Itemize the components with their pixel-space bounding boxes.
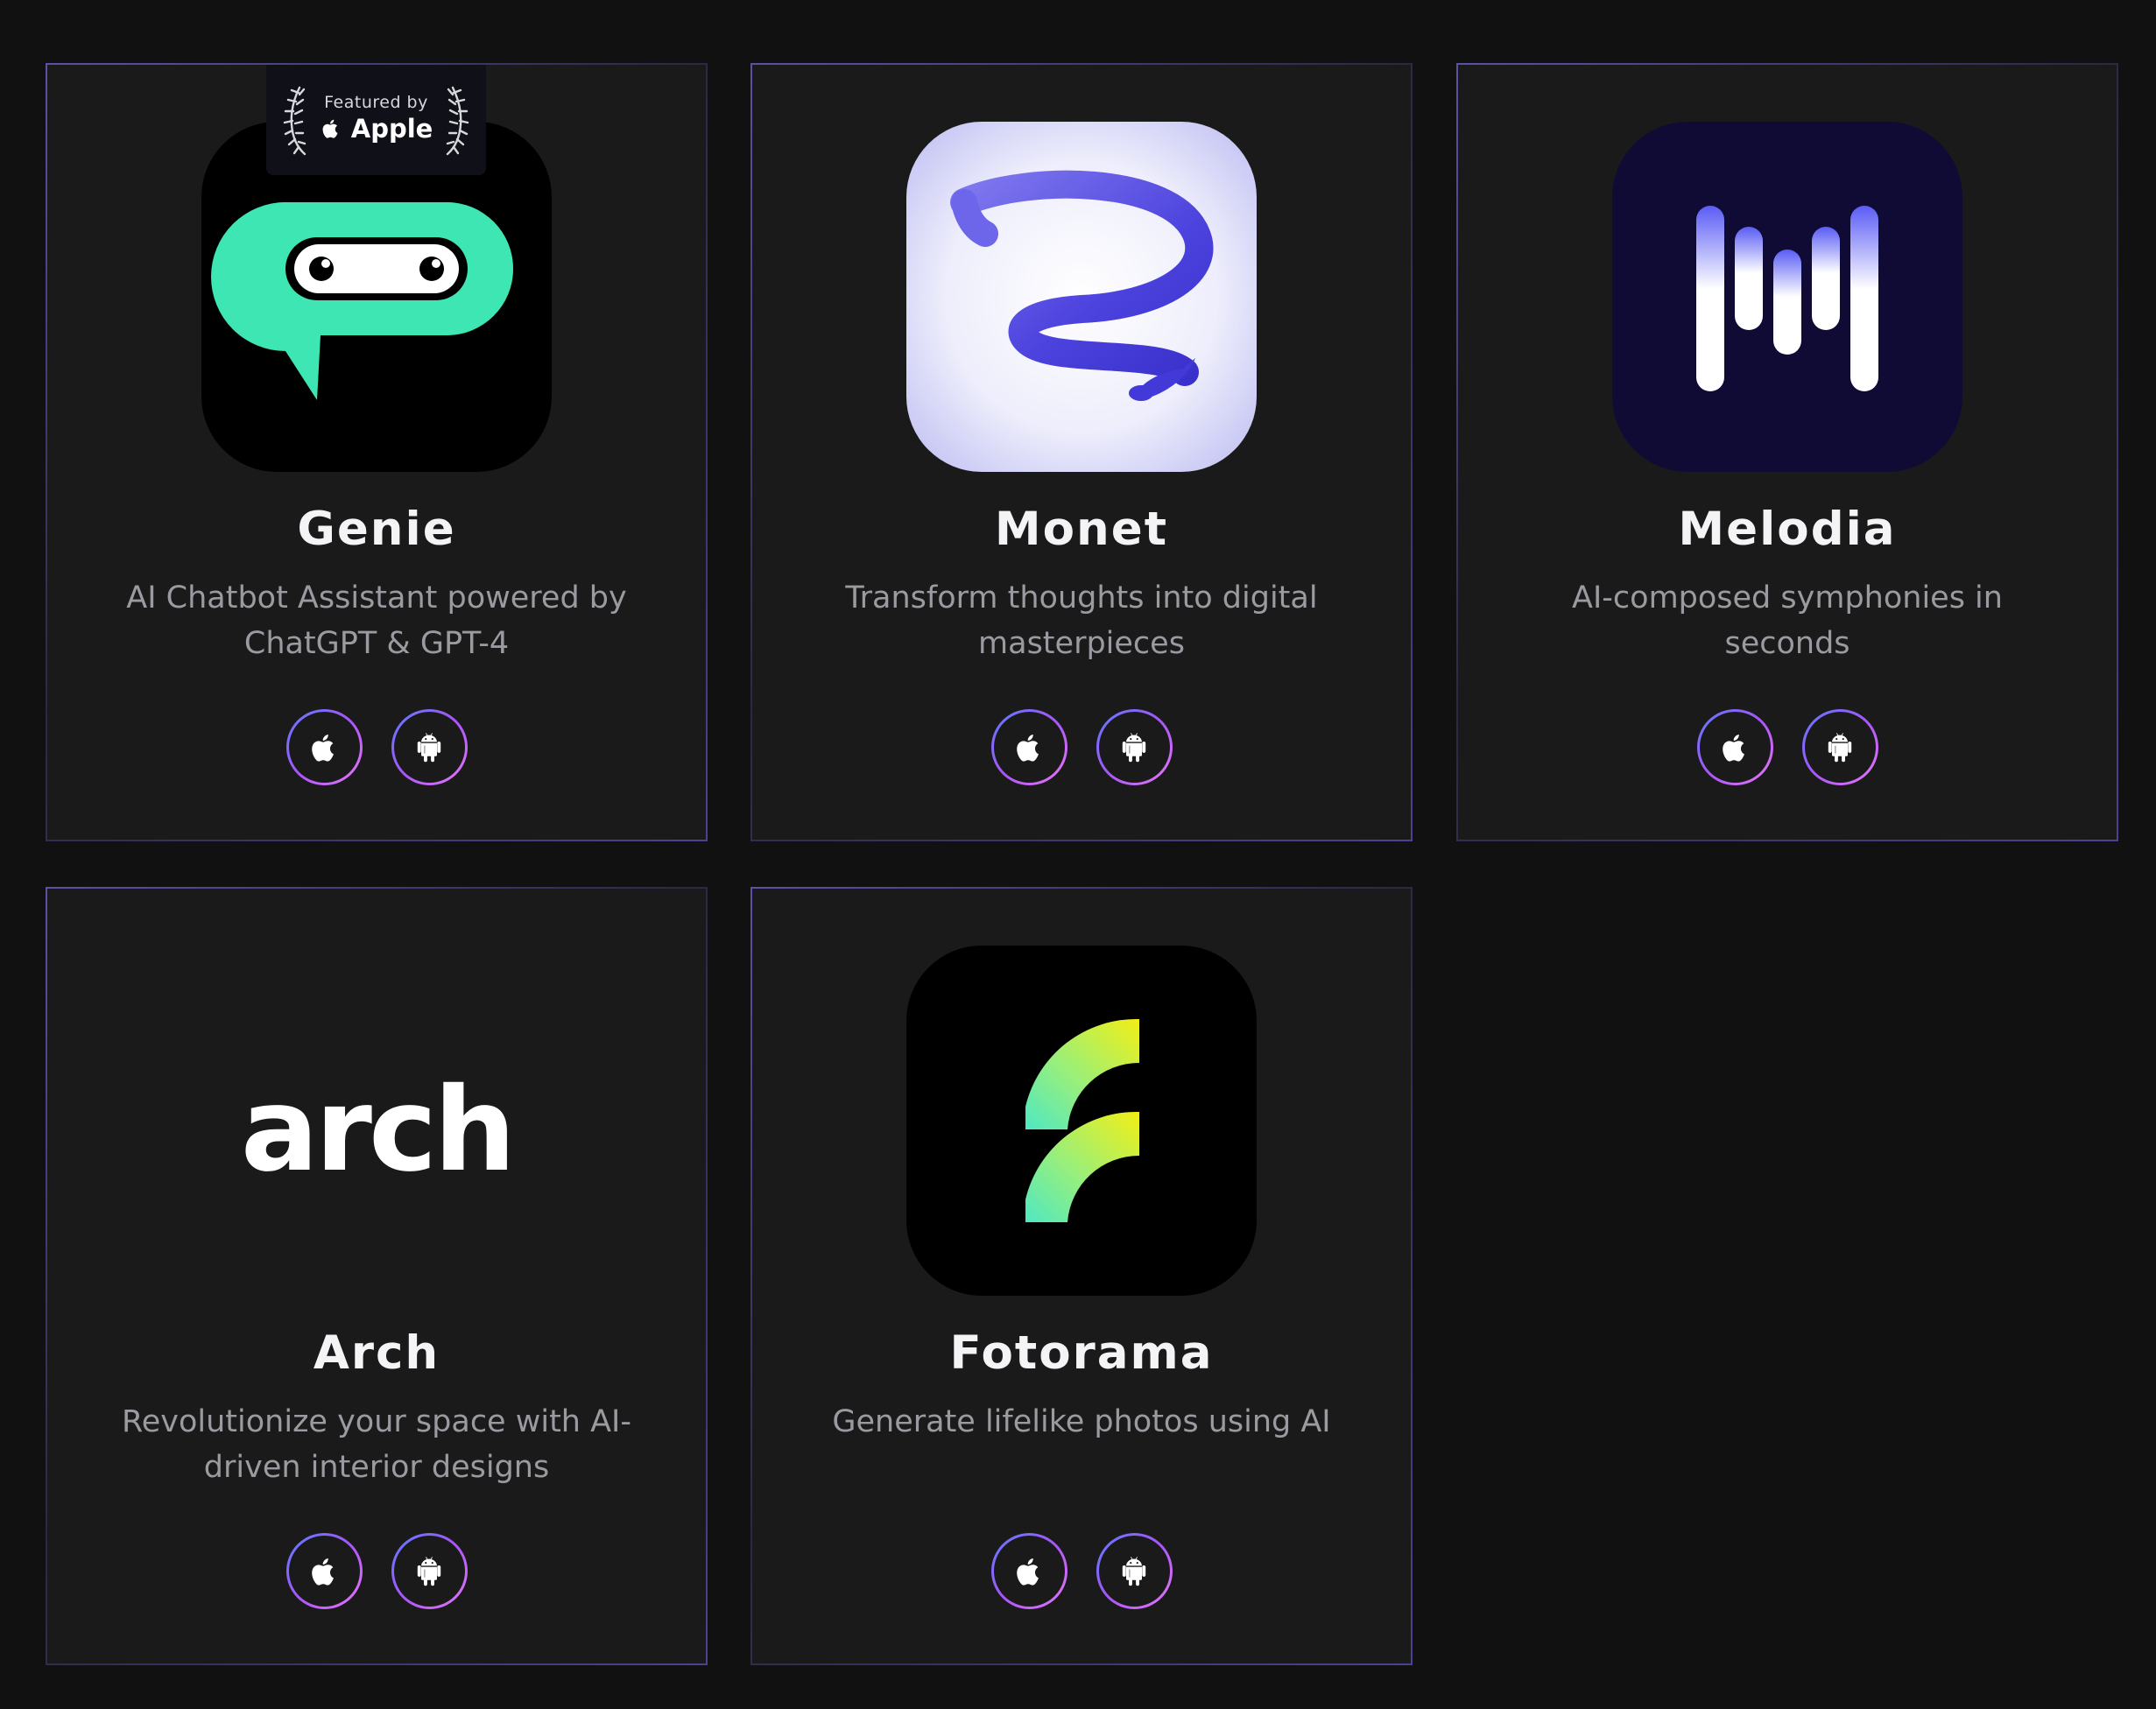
apple-icon [307,731,341,764]
fotorama-app-icon [906,946,1257,1296]
app-card-fotorama: Fotorama Generate lifelike photos using … [750,887,1413,1665]
app-store-button[interactable] [990,709,1067,785]
app-name: Arch [313,1326,440,1380]
store-links [752,1533,1411,1609]
android-icon [1824,732,1856,763]
google-play-button[interactable] [391,1533,468,1609]
featured-apple-label: Apple [266,114,486,144]
store-links [752,709,1411,785]
google-play-button[interactable] [1096,709,1173,785]
apple-icon [307,1555,341,1588]
app-description: Transform thoughts into digital masterpi… [845,580,1318,661]
google-play-button[interactable] [1096,1533,1173,1609]
app-store-button[interactable] [285,709,363,785]
app-card-genie: Featured by Apple Genie AI Chatbot Assis… [46,63,708,841]
monet-app-icon [906,122,1257,472]
android-icon [413,732,445,763]
store-links [1458,709,2117,785]
arch-logo-text: arch [241,1063,512,1198]
app-name: Melodia [1678,503,1897,556]
app-description: AI Chatbot Assistant powered by ChatGPT … [126,580,627,661]
apple-icon [1718,731,1751,764]
app-name: Monet [994,503,1169,556]
app-name: Genie [297,503,456,556]
app-name: Fotorama [949,1326,1214,1380]
app-description: Revolutionize your space with AI-driven … [121,1404,631,1485]
app-description: AI-composed symphonies in seconds [1572,580,2003,661]
android-icon [413,1556,445,1587]
featured-by-label: Featured by [324,93,428,112]
featured-by-apple-badge: Featured by Apple [266,65,486,175]
android-icon [1118,732,1150,763]
app-description: Generate lifelike photos using AI [832,1404,1331,1439]
app-card-melodia: Melodia AI-composed symphonies in second… [1456,63,2118,841]
app-store-button[interactable] [990,1533,1067,1609]
arch-app-icon: arch [201,946,552,1296]
app-card-monet: Monet Transform thoughts into digital ma… [750,63,1413,841]
apple-icon [1012,1555,1046,1588]
google-play-button[interactable] [391,709,468,785]
store-links [47,1533,706,1609]
featured-apple-text: Apple [350,114,433,144]
app-store-button[interactable] [285,1533,363,1609]
apple-icon [1012,731,1046,764]
apple-icon [320,117,342,140]
melodia-app-icon [1612,122,1962,472]
app-card-arch: arch Arch Revolutionize your space with … [46,887,708,1665]
app-store-button[interactable] [1696,709,1773,785]
store-links [47,709,706,785]
android-icon [1118,1556,1150,1587]
google-play-button[interactable] [1801,709,1878,785]
